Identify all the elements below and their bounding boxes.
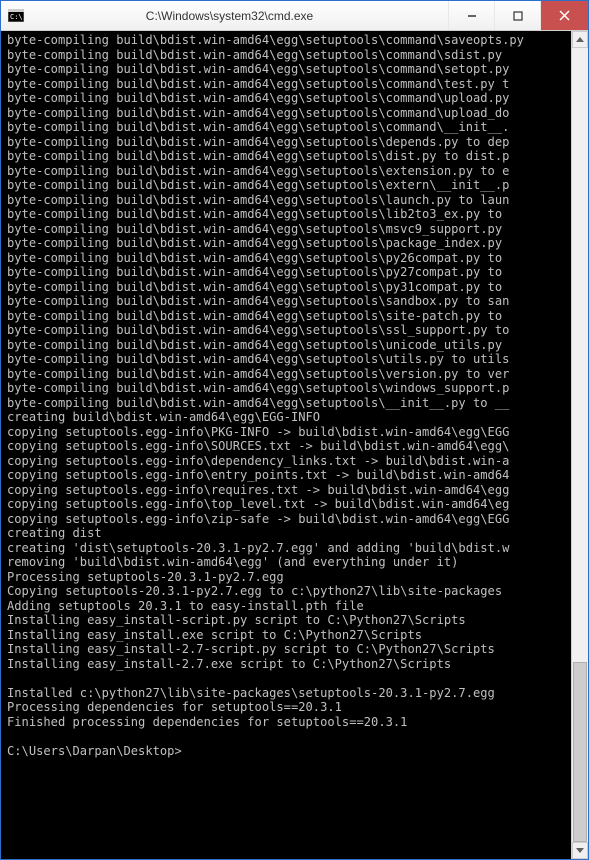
terminal-output[interactable]: byte-compiling build\bdist.win-amd64\egg…: [1, 31, 571, 859]
scroll-down-button[interactable]: [572, 842, 588, 859]
scrollbar-thumb[interactable]: [573, 662, 587, 842]
chevron-up-icon: [576, 37, 584, 42]
scroll-up-button[interactable]: [572, 31, 588, 48]
cmd-window: C:\ C:\Windows\system32\cmd.exe byte-com…: [0, 0, 589, 860]
chevron-down-icon: [576, 848, 584, 853]
cmd-icon: C:\: [1, 1, 31, 30]
minimize-icon: [467, 11, 477, 21]
titlebar[interactable]: C:\ C:\Windows\system32\cmd.exe: [1, 1, 588, 31]
scrollbar-track[interactable]: [572, 48, 588, 842]
close-button[interactable]: [540, 1, 588, 30]
window-title: C:\Windows\system32\cmd.exe: [31, 1, 448, 30]
vertical-scrollbar[interactable]: [571, 31, 588, 859]
svg-text:C:\: C:\: [10, 13, 23, 21]
maximize-icon: [513, 11, 523, 21]
minimize-button[interactable]: [448, 1, 494, 30]
close-icon: [559, 10, 570, 21]
terminal-area: byte-compiling build\bdist.win-amd64\egg…: [1, 31, 588, 859]
maximize-button[interactable]: [494, 1, 540, 30]
window-controls: [448, 1, 588, 30]
